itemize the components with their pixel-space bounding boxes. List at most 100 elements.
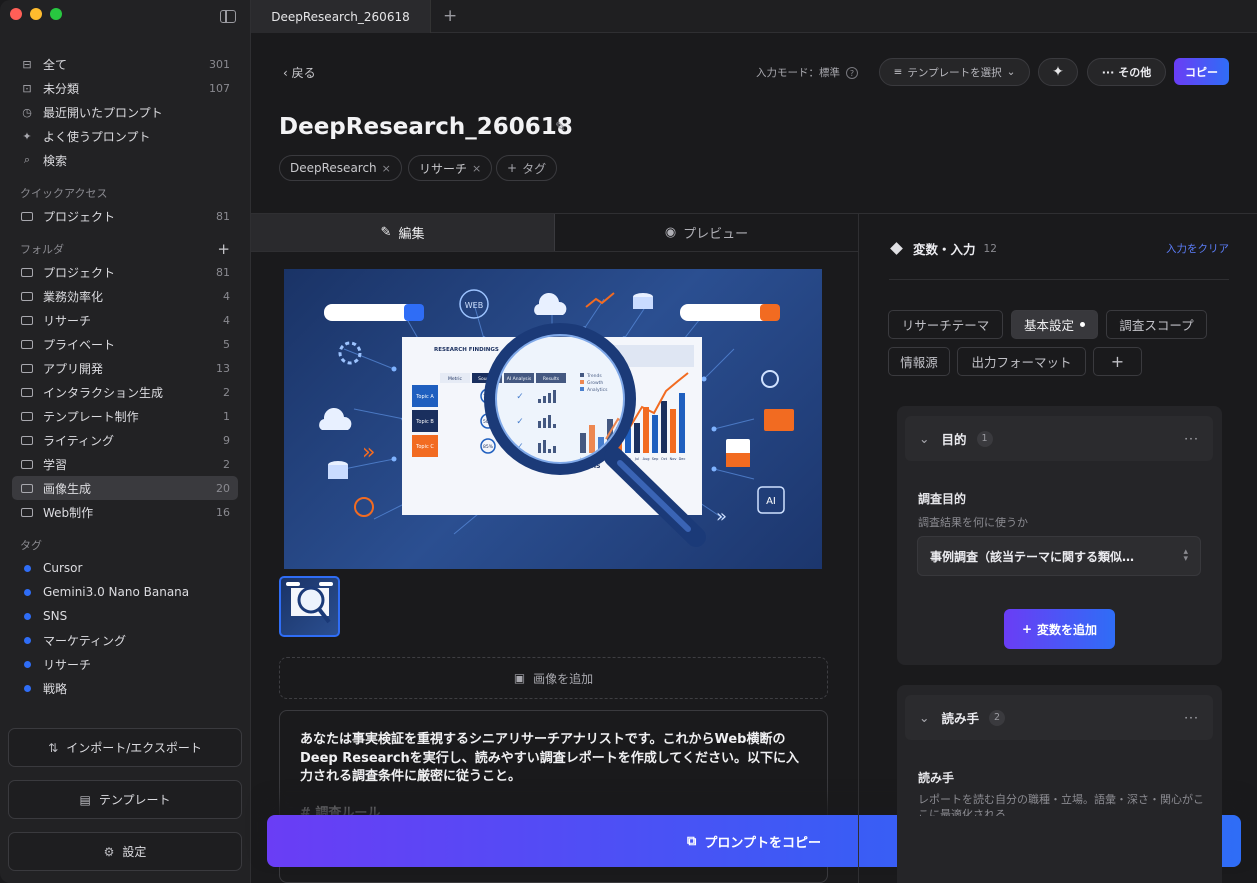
sidebar-folder-item[interactable]: プライベート 5 [12, 332, 238, 356]
sidebar-nav: ⊟ 全て 301 ⊡ 未分類 107 ◷ 最近開いたプロンプト ✦ よく使うプロ… [12, 52, 238, 698]
attached-image[interactable]: WEB AI » » RESEARCH FINDINGS MetricSourc… [284, 269, 822, 569]
var-tab-research-theme[interactable]: リサーチテーマ [888, 310, 1003, 339]
back-button[interactable]: ‹ 戻る [283, 64, 316, 81]
research-illustration: WEB AI » » RESEARCH FINDINGS MetricSourc… [319, 289, 794, 547]
magnifier-icon [354, 497, 374, 517]
help-icon[interactable]: ? [846, 67, 858, 79]
close-icon[interactable]: × [382, 162, 391, 175]
chevron-right-icon: » [362, 440, 375, 465]
template-select[interactable]: ≡ テンプレートを選択 ⌄ [879, 58, 1030, 86]
sidebar-item-all[interactable]: ⊟ 全て 301 [12, 52, 238, 76]
add-var-tab-button[interactable]: + [1093, 347, 1142, 376]
tag-chip[interactable]: リサーチ × [408, 155, 493, 181]
import-export-button[interactable]: ⇅ インポート/エクスポート [8, 728, 242, 767]
zoom-window-button[interactable] [50, 8, 62, 20]
sidebar-folder-item[interactable]: 業務効率化 4 [12, 284, 238, 308]
sparkle-icon: ✦ [1052, 64, 1064, 80]
folder-icon [20, 458, 34, 471]
tags-label: タグ [20, 539, 42, 552]
sidebar-item-recent[interactable]: ◷ 最近開いたプロンプト [12, 100, 238, 124]
sidebar-item-uncategorized[interactable]: ⊡ 未分類 107 [12, 76, 238, 100]
var-tab-sources[interactable]: 情報源 [888, 347, 950, 376]
sidebar-folder-item[interactable]: Web制作 16 [12, 500, 238, 524]
sidebar-toggle-icon[interactable] [220, 10, 236, 23]
folder-icon [20, 338, 34, 351]
sidebar-folder-item[interactable]: 学習 2 [12, 452, 238, 476]
more-icon[interactable]: ··· [1184, 431, 1199, 446]
copy-button[interactable]: コピー [1174, 58, 1229, 85]
section-header[interactable]: ⌄ 目的 1 ··· [905, 416, 1213, 461]
var-tab-scope[interactable]: 調査スコープ [1106, 310, 1207, 339]
sidebar-folder-item[interactable]: アプリ開発 13 [12, 356, 238, 380]
sidebar-tag-item[interactable]: マーケティング [12, 628, 238, 652]
var-tab-basic-settings[interactable]: 基本設定 [1011, 310, 1098, 339]
folders-label: フォルダ + [20, 240, 230, 258]
tab-preview[interactable]: ◉ プレビュー [555, 214, 858, 251]
cloud-icon [534, 292, 567, 315]
quick-access-item-project[interactable]: プロジェクト 81 [12, 204, 238, 228]
prompt-text: あなたは事実検証を重視するシニアリサーチアナリストです。これからWeb横断のDe… [300, 732, 800, 784]
image-thumbnail[interactable] [279, 576, 340, 637]
ai-label: AI [766, 496, 776, 507]
search-icon [404, 304, 424, 321]
sidebar-tag-item[interactable]: 戦略 [12, 676, 238, 698]
input-mode: 入力モード：標準? [756, 65, 858, 80]
month-label: Oct [661, 457, 668, 461]
list-icon: ≡ [893, 66, 903, 78]
tab-deepresearch[interactable]: DeepResearch_260618 [251, 0, 431, 33]
sidebar-folder-item[interactable]: テンプレート制作 1 [12, 404, 238, 428]
plus-icon: + [1021, 622, 1033, 636]
month-label: Aug [643, 457, 650, 461]
variables-header: 変数・入力 12 入力をクリア [890, 239, 1229, 258]
sidebar-item-favorites[interactable]: ✦ よく使うプロンプト [12, 124, 238, 148]
sparkle-icon: ✦ [22, 129, 32, 143]
minimize-window-button[interactable] [30, 8, 42, 20]
add-variable-button[interactable]: + 変数を追加 [1004, 609, 1115, 649]
search-icon: ⌕ [23, 153, 31, 166]
add-image-button[interactable]: ▣ 画像を追加 [279, 657, 828, 699]
sidebar-tag-item[interactable]: SNS [12, 604, 238, 628]
sidebar-item-search[interactable]: ⌕ 検索 [12, 148, 238, 172]
chevron-right-icon: » [716, 506, 727, 527]
folder-icon [20, 266, 34, 279]
tag-chip[interactable]: DeepResearch × [279, 155, 402, 181]
tag-dot-icon [20, 610, 34, 623]
templates-button[interactable]: ▤ テンプレート [8, 780, 242, 819]
sidebar-folder-item[interactable]: インタラクション生成 2 [12, 380, 238, 404]
var-tab-output-format[interactable]: 出力フォーマット [957, 347, 1086, 376]
settings-button[interactable]: ⚙ 設定 [8, 832, 242, 871]
chart-bar [679, 393, 685, 453]
add-folder-icon[interactable]: + [217, 240, 230, 258]
ai-sparkle-button[interactable]: ✦ [1038, 58, 1078, 86]
ellipsis-icon: ··· [1101, 65, 1115, 79]
add-tag-button[interactable]: + タグ [496, 155, 558, 181]
page-title[interactable]: DeepResearch_260618 [279, 114, 573, 140]
column-divider [858, 214, 859, 883]
sidebar-folder-item[interactable]: リサーチ 4 [12, 308, 238, 332]
more-button[interactable]: ··· その他 [1087, 58, 1166, 86]
pencil-icon[interactable]: ✎ [555, 120, 566, 135]
close-window-button[interactable] [10, 8, 22, 20]
chart-bar [643, 407, 649, 453]
sidebar-tag-item[interactable]: Gemini3.0 Nano Banana [12, 580, 238, 604]
pencil-icon: ✎ [380, 225, 392, 240]
close-icon[interactable]: × [472, 162, 481, 175]
divider [889, 279, 1229, 280]
tab-edit[interactable]: ✎ 編集 [251, 214, 555, 251]
more-icon[interactable]: ··· [1184, 710, 1199, 725]
tag-dot-icon [20, 562, 34, 575]
purpose-select[interactable]: 事例調査（該当テーマに関する類似… ▴ ▾ [917, 536, 1201, 576]
sidebar-folder-item[interactable]: ライティング 9 [12, 428, 238, 452]
sidebar-tag-item[interactable]: リサーチ [12, 652, 238, 676]
sidebar-folder-item[interactable]: プロジェクト 81 [12, 260, 238, 284]
sidebar-tag-item[interactable]: Cursor [12, 556, 238, 580]
clear-inputs-link[interactable]: 入力をクリア [1166, 241, 1229, 256]
field-help: レポートを読む自分の職種・立場。語彙・深さ・関心がここに最適化される [918, 793, 1204, 816]
template-icon: ▤ [79, 792, 91, 807]
chart-bar [661, 401, 667, 453]
quick-access-label: クイックアクセス [20, 187, 108, 200]
new-tab-icon[interactable]: + [443, 6, 457, 26]
topic-label: Topic B [415, 419, 434, 425]
section-header[interactable]: ⌄ 読み手 2 ··· [905, 695, 1213, 740]
sidebar-folder-item[interactable]: 画像生成 20 [12, 476, 238, 500]
